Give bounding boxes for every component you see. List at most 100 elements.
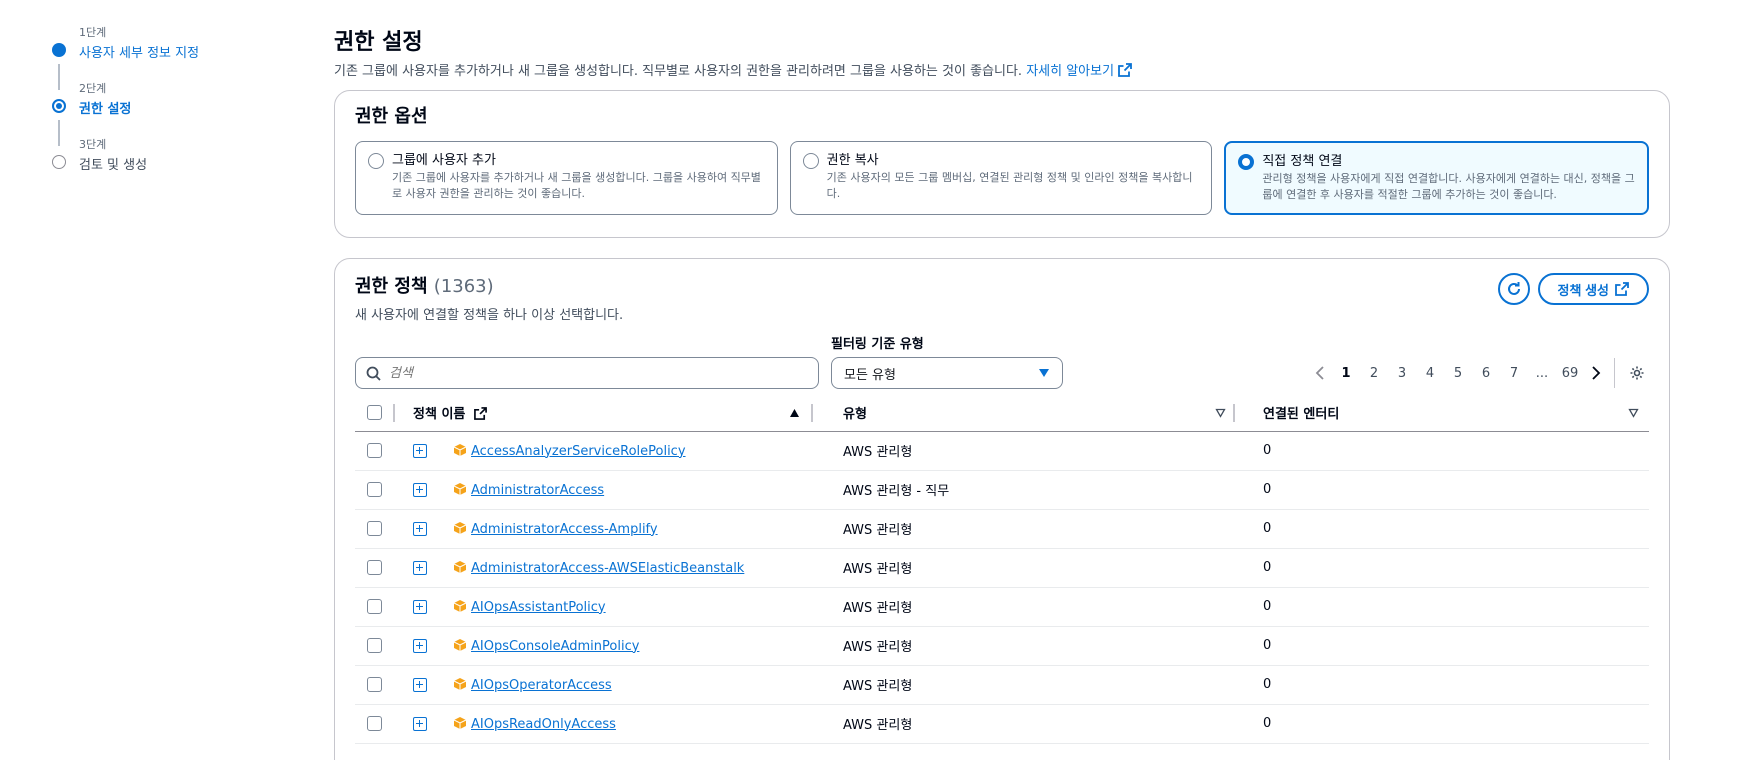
- refresh-button[interactable]: [1497, 273, 1530, 305]
- chevron-left-icon: [1315, 366, 1324, 380]
- attached-entities-cell: 0: [1249, 431, 1649, 471]
- policies-title-text: 권한 정책: [355, 276, 428, 297]
- policies-table: 정책 이름 유형 연결된 엔터티 AccessAnalyzerServiceRo…: [355, 395, 1649, 744]
- row-checkbox[interactable]: [367, 638, 382, 653]
- page-7[interactable]: 7: [1500, 366, 1528, 381]
- policy-link[interactable]: AIOpsReadOnlyAccess: [471, 717, 616, 732]
- sort-icon[interactable]: [1628, 408, 1639, 418]
- option-label: 그룹에 사용자 추가: [392, 153, 496, 168]
- expand-row-icon[interactable]: [413, 483, 427, 497]
- radio-button[interactable]: [368, 153, 384, 169]
- row-select-cell: [355, 704, 397, 744]
- select-all-checkbox[interactable]: [367, 405, 382, 421]
- column-attached-entities[interactable]: 연결된 엔터티: [1249, 395, 1649, 432]
- column-type[interactable]: 유형: [831, 395, 1249, 432]
- page-6[interactable]: 6: [1472, 366, 1500, 381]
- table-row[interactable]: AIOpsReadOnlyAccess AWS 관리형 0: [355, 704, 1649, 744]
- policy-link[interactable]: AdministratorAccess: [471, 483, 604, 498]
- radio-button-selected[interactable]: [1238, 154, 1255, 170]
- sort-icon[interactable]: [1215, 408, 1226, 418]
- caret-down-icon: [1039, 369, 1049, 377]
- row-checkbox[interactable]: [367, 716, 382, 731]
- package-icon: [453, 599, 467, 612]
- package-icon: [453, 443, 467, 456]
- policies-title: 권한 정책 (1363): [355, 273, 623, 301]
- search-input[interactable]: [389, 365, 789, 381]
- row-select-cell: [355, 665, 397, 705]
- policy-link[interactable]: AIOpsAssistantPolicy: [471, 600, 606, 615]
- step-1[interactable]: 1단계 사용자 세부 정보 지정: [52, 24, 312, 80]
- option-copy-permissions[interactable]: 권한 복사 기존 사용자의 모든 그룹 멤버십, 연결된 관리형 정책 및 인라…: [789, 141, 1213, 215]
- table-row[interactable]: AIOpsOperatorAccess AWS 관리형 0: [355, 665, 1649, 705]
- page-69[interactable]: 69: [1556, 366, 1584, 381]
- policy-link[interactable]: AdministratorAccess-AWSElasticBeanstalk: [471, 561, 744, 576]
- next-page-button[interactable]: [1584, 366, 1608, 380]
- row-select-cell: [355, 470, 397, 510]
- sort-ascending-icon[interactable]: [789, 408, 800, 418]
- policy-name-cell: AdministratorAccess-AWSElasticBeanstalk: [397, 548, 831, 588]
- step-number: 1단계: [79, 26, 107, 39]
- package-icon: [453, 521, 467, 534]
- expand-row-icon[interactable]: [413, 561, 427, 575]
- attached-entities-cell: 0: [1249, 626, 1649, 666]
- option-add-to-group[interactable]: 그룹에 사용자 추가 기존 그룹에 사용자를 추가하거나 새 그룹을 생성합니다…: [355, 141, 778, 215]
- option-label: 권한 복사: [826, 153, 879, 168]
- learn-more-link[interactable]: 자세히 알아보기: [1026, 63, 1132, 79]
- expand-row-icon[interactable]: [413, 717, 427, 731]
- row-select-cell: [355, 626, 397, 666]
- table-row[interactable]: AdministratorAccess AWS 관리형 - 직무 0: [355, 470, 1649, 510]
- option-label: 직접 정책 연결: [1262, 154, 1343, 169]
- attached-entities-cell: 0: [1249, 665, 1649, 705]
- column-divider: [1233, 404, 1235, 422]
- row-checkbox[interactable]: [367, 599, 382, 614]
- row-checkbox[interactable]: [367, 443, 382, 458]
- table-row[interactable]: AIOpsAssistantPolicy AWS 관리형 0: [355, 587, 1649, 627]
- row-checkbox[interactable]: [367, 482, 382, 497]
- table-row[interactable]: AIOpsConsoleAdminPolicy AWS 관리형 0: [355, 626, 1649, 666]
- table-settings-button[interactable]: [1625, 365, 1649, 381]
- radio-button[interactable]: [802, 153, 819, 169]
- expand-row-icon[interactable]: [413, 600, 427, 614]
- row-checkbox[interactable]: [367, 560, 382, 575]
- page-description-text: 기존 그룹에 사용자를 추가하거나 새 그룹을 생성합니다. 직무별로 사용자의…: [334, 64, 1023, 79]
- create-policy-button[interactable]: 정책 생성: [1537, 273, 1649, 305]
- filter-row: 필터링 기준 유형 모든 유형 1 2 3 4 5 6 7 ... 69: [355, 333, 1649, 393]
- option-attach-policies[interactable]: 직접 정책 연결 관리형 정책을 사용자에게 직접 연결합니다. 사용자에게 연…: [1224, 141, 1650, 215]
- step-3: 3단계 검토 및 생성: [52, 136, 312, 192]
- expand-row-icon[interactable]: [413, 444, 427, 458]
- expand-row-icon[interactable]: [413, 639, 427, 653]
- attached-entities-cell: 0: [1249, 509, 1649, 549]
- column-divider: [393, 404, 395, 422]
- table-row[interactable]: AdministratorAccess-AWSElasticBeanstalk …: [355, 548, 1649, 588]
- step-complete-icon: [52, 43, 66, 57]
- policy-link[interactable]: AdministratorAccess-Amplify: [471, 522, 658, 537]
- filter-type-label: 필터링 기준 유형: [831, 337, 924, 352]
- page-1[interactable]: 1: [1332, 366, 1360, 381]
- policy-link[interactable]: AIOpsOperatorAccess: [471, 678, 612, 693]
- filter-type-select[interactable]: 모든 유형: [831, 357, 1063, 389]
- row-checkbox[interactable]: [367, 677, 382, 692]
- policy-link[interactable]: AccessAnalyzerServiceRolePolicy: [471, 444, 686, 459]
- column-policy-name[interactable]: 정책 이름: [397, 395, 831, 432]
- row-checkbox[interactable]: [367, 521, 382, 536]
- external-link-icon: [1615, 282, 1629, 296]
- row-select-cell: [355, 509, 397, 549]
- expand-row-icon[interactable]: [413, 522, 427, 536]
- table-row[interactable]: AdministratorAccess-Amplify AWS 관리형 0: [355, 509, 1649, 549]
- policies-subtitle: 새 사용자에 연결할 정책을 하나 이상 선택합니다.: [355, 308, 624, 323]
- page-3[interactable]: 3: [1388, 366, 1416, 381]
- external-link-icon: [1118, 63, 1132, 77]
- learn-more-label: 자세히 알아보기: [1026, 64, 1115, 79]
- page-5[interactable]: 5: [1444, 366, 1472, 381]
- policy-type-cell: AWS 관리형 - 직무: [831, 470, 1249, 510]
- pagination: 1 2 3 4 5 6 7 ... 69: [1308, 357, 1649, 389]
- prev-page-button[interactable]: [1308, 366, 1332, 380]
- search-field[interactable]: [355, 357, 819, 389]
- column-name-label: 정책 이름: [413, 407, 466, 423]
- policy-link[interactable]: AIOpsConsoleAdminPolicy: [471, 639, 639, 654]
- table-row[interactable]: AccessAnalyzerServiceRolePolicy AWS 관리형 …: [355, 431, 1649, 471]
- page-2[interactable]: 2: [1360, 366, 1388, 381]
- page-4[interactable]: 4: [1416, 366, 1444, 381]
- expand-row-icon[interactable]: [413, 678, 427, 692]
- step-link-user-details[interactable]: 사용자 세부 정보 지정: [79, 42, 199, 61]
